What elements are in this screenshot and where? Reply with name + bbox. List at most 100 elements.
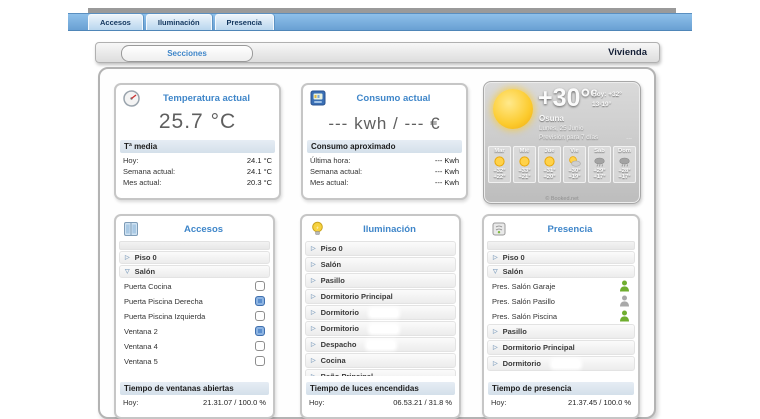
chevron-right-icon: ▷: [311, 326, 316, 332]
sections-button[interactable]: Secciones: [121, 45, 253, 62]
main-container: Temperatura actual 25.7 °C Tª media Hoy:…: [98, 67, 656, 419]
forecast-day-name: Vie: [570, 148, 579, 154]
tab-presencia[interactable]: Presencia: [215, 14, 274, 30]
group-label: Salón: [135, 267, 155, 276]
checkbox[interactable]: [255, 311, 265, 321]
group-label: Dormitorio Principal: [321, 292, 393, 301]
group-label: Salón: [321, 260, 341, 269]
forecast-day-name: Mar: [494, 148, 504, 154]
accesos-tree: ▷ Piso 0 ▽ Salón Puerta Cocina Puerta Pi…: [116, 241, 273, 368]
checkbox-checked[interactable]: [255, 296, 265, 306]
access-item[interactable]: Puerta Cocina: [120, 279, 269, 293]
group-label: Piso 0: [503, 253, 525, 262]
chevron-right-icon: ▷: [493, 329, 498, 335]
sunny-icon: [514, 155, 535, 168]
group-label: Piso 0: [321, 244, 343, 253]
stat-value: 20.3 °C: [247, 178, 272, 187]
iluminacion-section-header: Tiempo de luces encendidas: [306, 382, 455, 395]
tree-group[interactable]: ▷ Dormitorio: [487, 356, 635, 371]
stat-label: Semana actual:: [310, 167, 362, 176]
access-item[interactable]: Puerta Piscina Derecha: [120, 294, 269, 308]
group-label: Piso 0: [135, 253, 157, 262]
item-label: Pres. Salón Pasillo: [492, 297, 555, 306]
page-title: Vivienda: [608, 47, 647, 58]
stat-label: Última hora:: [310, 156, 350, 165]
chevron-right-icon: ▷: [311, 262, 316, 268]
current-consumption: --- kwh / --- €: [303, 114, 466, 134]
stat-value: 24.1 °C: [247, 167, 272, 176]
forecast-day: Dom +28° +17°: [613, 146, 636, 183]
access-item[interactable]: Ventana 5: [120, 354, 269, 368]
stat-label: Mes actual:: [123, 178, 161, 187]
stat-label: Mes actual:: [310, 178, 348, 187]
access-item[interactable]: Ventana 4: [120, 339, 269, 353]
iluminacion-panel: Iluminación ▷ Piso 0 ▷ Salón ▷ Pasillo ▷…: [300, 214, 461, 419]
weather-aux-temps: Hoy: +32° 13-19°: [592, 90, 622, 110]
weather-date: Lunes, 25 Junio: [539, 125, 583, 132]
tab-iluminacion[interactable]: Iluminación: [146, 14, 212, 30]
forecast-day-name: Sáb: [594, 148, 605, 154]
weather-more-link[interactable]: ...: [626, 134, 632, 141]
checkbox[interactable]: [255, 341, 265, 351]
tree-group-salon[interactable]: ▽ Salón: [119, 265, 270, 278]
blurred-text: [552, 360, 580, 368]
tree-group-salon[interactable]: ▽ Salón: [487, 265, 635, 278]
forecast-low: +19°: [564, 174, 585, 180]
presencia-footer: Tiempo de presencia Hoy: 21.37.45 / 100.…: [484, 376, 638, 408]
item-label: Pres. Salón Piscina: [492, 312, 557, 321]
stat-value: 06.53.21 / 31.8 %: [393, 398, 452, 407]
presence-item[interactable]: Pres. Salón Piscina: [488, 309, 634, 323]
tree-group[interactable]: ▷ Dormitorio Principal: [487, 340, 635, 355]
sunny-icon: [539, 155, 560, 168]
presence-item[interactable]: Pres. Salón Pasillo: [488, 294, 634, 308]
person-absent-icon: [619, 295, 630, 307]
tree-group[interactable]: ▷ Cocina: [305, 353, 456, 368]
group-label: Dormitorio: [321, 324, 359, 333]
tree-group[interactable]: ▷ Salón: [305, 257, 456, 272]
tree-group[interactable]: ▷ Dormitorio Principal: [305, 289, 456, 304]
tree-group[interactable]: ▷ Piso 0: [305, 241, 456, 256]
forecast-day-name: Dom: [618, 148, 631, 154]
blurred-text: [367, 341, 395, 349]
access-item[interactable]: Ventana 2: [120, 324, 269, 338]
light-bulb-icon: [308, 220, 326, 238]
stat-row: Hoy: 21.31.07 / 100.0 %: [116, 397, 273, 408]
stat-row: Hoy: 21.37.45 / 100.0 %: [484, 397, 638, 408]
stat-row: Mes actual: 20.3 °C: [116, 177, 279, 188]
group-label: Dormitorio: [321, 308, 359, 317]
stat-value: 21.31.07 / 100.0 %: [203, 398, 266, 407]
panel-title: Iluminación: [326, 224, 453, 235]
checkbox-checked[interactable]: [255, 326, 265, 336]
tab-accesos[interactable]: Accesos: [88, 14, 143, 30]
item-label: Puerta Piscina Izquierda: [124, 312, 205, 321]
access-item[interactable]: Puerta Piscina Izquierda: [120, 309, 269, 323]
tree-group[interactable]: ▷ Pasillo: [487, 324, 635, 339]
item-label: Pres. Salón Garaje: [492, 282, 555, 291]
forecast-low: +20°: [539, 174, 560, 180]
tree-group[interactable]: ▷ Dormitorio: [305, 321, 456, 336]
item-label: Ventana 4: [124, 342, 158, 351]
stat-value: 24.1 °C: [247, 156, 272, 165]
tree-group-piso0[interactable]: ▷ Piso 0: [119, 251, 270, 264]
chevron-right-icon: ▷: [493, 361, 498, 367]
panel-title: Temperatura actual: [140, 93, 273, 104]
tree-group[interactable]: ▷ Despacho: [305, 337, 456, 352]
weather-credit: © Booked.net: [484, 196, 640, 202]
tree-group[interactable]: ▷ Pasillo: [305, 273, 456, 288]
forecast-day-name: Jue: [545, 148, 555, 154]
tree-group-piso0[interactable]: ▷ Piso 0: [487, 251, 635, 264]
presence-item[interactable]: Pres. Salón Garaje: [488, 279, 634, 293]
presencia-tree: ▷ Piso 0 ▽ Salón Pres. Salón Garaje Pres…: [484, 241, 638, 371]
tree-group[interactable]: ▷ Dormitorio: [305, 305, 456, 320]
forecast-low: +17°: [614, 174, 635, 180]
checkbox[interactable]: [255, 356, 265, 366]
presencia-panel: Presencia ▷ Piso 0 ▽ Salón Pres. Salón G…: [482, 214, 640, 419]
item-label: Puerta Cocina: [124, 282, 172, 291]
group-label: Cocina: [321, 356, 346, 365]
checkbox[interactable]: [255, 281, 265, 291]
window-icon: [122, 220, 140, 238]
forecast-day: Vie +30° +19°: [563, 146, 586, 183]
consumption-panel: Consumo actual --- kwh / --- € Consumo a…: [301, 83, 468, 200]
forecast-day: Mar +32° +22°: [488, 146, 511, 183]
thermometer-gauge-icon: [122, 89, 140, 107]
